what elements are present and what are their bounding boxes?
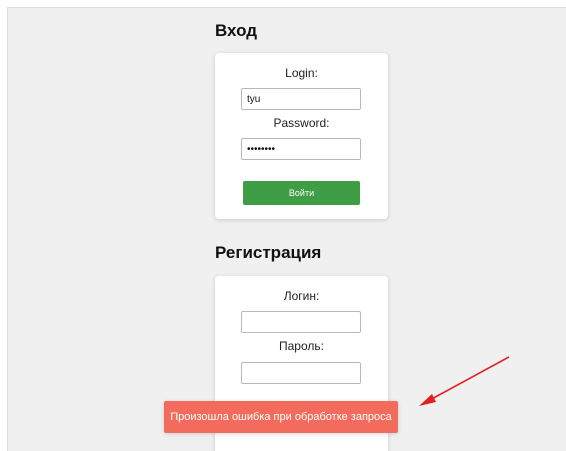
register-login-input[interactable]: [241, 311, 361, 333]
register-password-input[interactable]: [241, 362, 361, 384]
register-title: Регистрация: [215, 243, 322, 262]
login-card: Login: Password: Войти: [215, 53, 388, 219]
register-password-label: Пароль:: [279, 339, 324, 353]
page-background: Вход Login: Password: Войти Регистрация …: [7, 7, 566, 451]
login-label: Login:: [285, 66, 318, 80]
register-login-label: Логин:: [283, 289, 320, 303]
login-title: Вход: [215, 21, 258, 40]
error-toast[interactable]: Произошла ошибка при обработке запроса: [164, 401, 398, 433]
login-input[interactable]: [241, 88, 361, 110]
login-button[interactable]: Войти: [243, 181, 360, 205]
password-label: Password:: [273, 116, 330, 130]
password-input[interactable]: [241, 138, 361, 160]
